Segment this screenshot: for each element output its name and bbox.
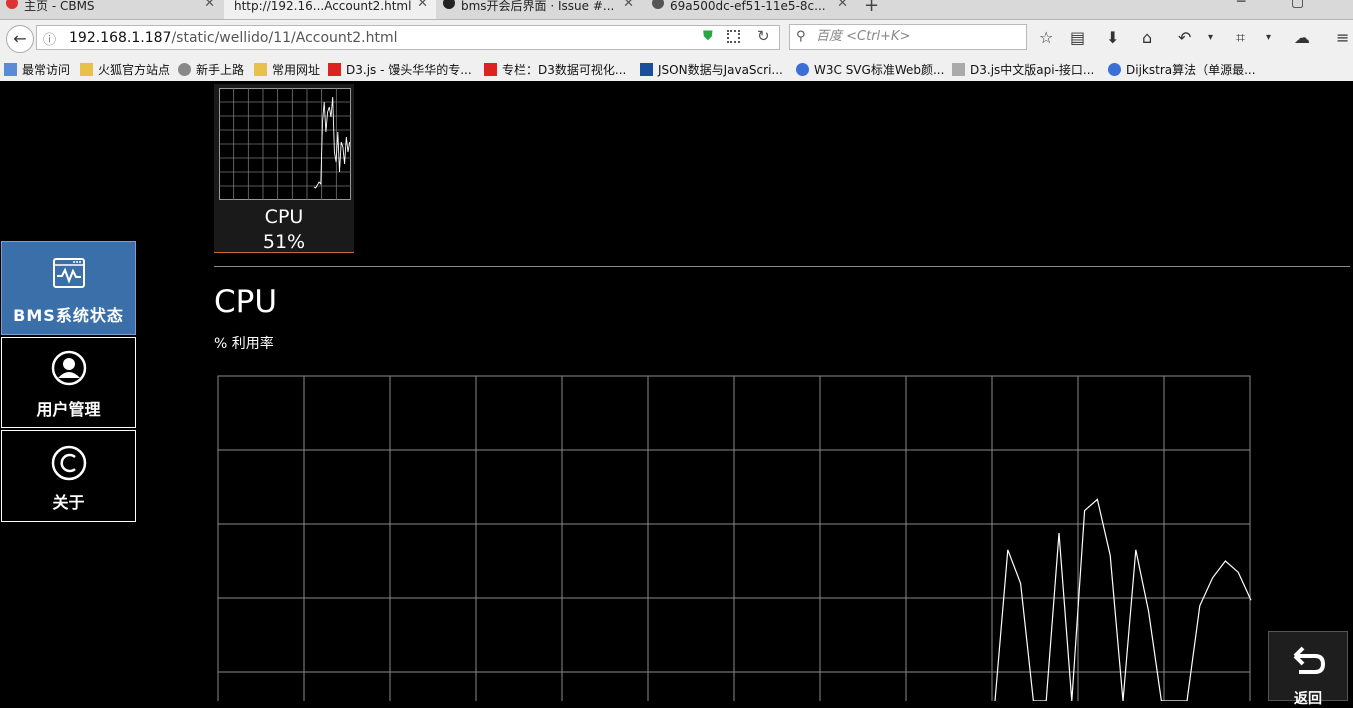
new-tab-icon[interactable]: +	[864, 0, 879, 16]
bookmark-label: 新手上路	[196, 63, 245, 77]
close-icon[interactable]: ✕	[623, 0, 634, 10]
home-icon[interactable]: ⌂	[1142, 28, 1152, 47]
user-icon	[51, 350, 87, 386]
sidebar-item-label: 用户管理	[36, 400, 101, 419]
info-icon[interactable]: ⓘ	[43, 29, 56, 48]
close-icon[interactable]: ✕	[417, 0, 428, 10]
bookmark-label: 专栏：D3数据可视化...	[502, 63, 627, 77]
tab-bar: 主页 - CBMS ✕ http://192.16...Account2.htm…	[0, 0, 1353, 20]
close-icon[interactable]: ✕	[204, 0, 215, 10]
bookmark-folder-icon	[4, 63, 17, 76]
menu-icon[interactable]: ≡	[1336, 28, 1349, 47]
tab-account2[interactable]: http://192.16...Account2.html ✕	[224, 0, 436, 19]
bookmark-label: D3.js - 馒头华华的专...	[346, 63, 472, 77]
github-icon	[443, 0, 455, 9]
star-icon[interactable]: ☆	[1039, 28, 1053, 47]
tab-title: 69a500dc-ef51-11e5-8c...	[670, 0, 826, 13]
cpu-mini-chart	[219, 88, 351, 200]
cpu-mini-card[interactable]: CPU 51%	[214, 84, 354, 253]
sidebar-item-user-management[interactable]: 用户管理	[1, 337, 136, 428]
bookmark-item[interactable]: Dijkstra算法（单源最...	[1108, 61, 1256, 78]
csdn-icon	[484, 63, 497, 76]
bookmark-label: 最常访问	[22, 63, 71, 77]
tab-cbms[interactable]: 主页 - CBMS ✕	[0, 0, 223, 19]
download-icon[interactable]: ⬇	[1106, 28, 1119, 47]
bookmark-label: 火狐官方站点	[98, 63, 171, 77]
bookmarks-bar: 最常访问 火狐官方站点 新手上路 常用网址 D3.js - 馒头华华的专... …	[0, 58, 1353, 80]
monitor-chart-icon	[53, 258, 85, 288]
qr-code-icon[interactable]	[727, 30, 740, 43]
bookmark-item[interactable]: 专栏：D3数据可视化...	[484, 61, 626, 78]
chevron-down-icon[interactable]: ▾	[1266, 32, 1271, 43]
crop-icon[interactable]: ⌗	[1236, 28, 1245, 48]
browser-chrome: 主页 - CBMS ✕ http://192.16...Account2.htm…	[0, 0, 1353, 81]
site-icon	[640, 63, 653, 76]
close-icon[interactable]: ✕	[837, 0, 848, 10]
site-icon	[1108, 63, 1121, 76]
tab-title: bms开会后界面 · Issue #...	[461, 0, 615, 13]
bookmark-label: Dijkstra算法（单源最...	[1126, 63, 1256, 77]
bookmark-item[interactable]: D3.js - 馒头华华的专...	[328, 61, 472, 78]
back-button[interactable]: 返回	[1268, 631, 1348, 707]
sidebar-item-label: BMS系统状态	[13, 306, 124, 325]
cpu-series-line	[994, 498, 1252, 701]
tab-title: 主页 - CBMS	[24, 0, 95, 13]
bookmark-item[interactable]: 最常访问	[4, 61, 70, 78]
site-icon	[796, 63, 809, 76]
csdn-icon	[328, 63, 341, 76]
page-title: CPU	[214, 284, 278, 320]
back-button-label: 返回	[1294, 691, 1322, 707]
bookmark-label: 常用网址	[272, 63, 321, 77]
bookmark-item[interactable]: 常用网址	[254, 61, 320, 78]
shield-icon[interactable]: ⛊	[703, 29, 713, 44]
tab-github-image[interactable]: 69a500dc-ef51-11e5-8c... ✕	[646, 0, 856, 19]
folder-icon	[254, 63, 267, 76]
reload-icon[interactable]: ↻	[757, 27, 770, 45]
search-icon: ⚲	[796, 29, 806, 44]
back-icon[interactable]: ←	[6, 25, 34, 53]
restore-icon[interactable]: ▢	[1291, 0, 1304, 10]
sidebar-item-bms-status[interactable]: BMS系统状态	[1, 241, 136, 335]
bookmark-label: W3C SVG标准Web颜...	[814, 63, 945, 77]
chart-subtitle: % 利用率	[214, 336, 274, 352]
bookmark-item[interactable]: 新手上路	[178, 61, 244, 78]
url-text: 192.168.1.187/static/wellido/11/Account2…	[69, 30, 398, 46]
url-bar[interactable]: ⓘ 192.168.1.187/static/wellido/11/Accoun…	[36, 25, 780, 50]
divider	[214, 266, 1350, 267]
cpu-mini-label: CPU	[264, 206, 304, 228]
edit-icon	[952, 63, 965, 76]
chat-icon[interactable]: ☁	[1294, 28, 1310, 47]
bookmark-label: JSON数据与JavaScri...	[658, 63, 783, 77]
navigation-bar: ← ⓘ 192.168.1.187/static/wellido/11/Acco…	[0, 20, 1353, 56]
globe-icon	[178, 63, 191, 76]
minimize-icon[interactable]: ─	[1237, 0, 1245, 10]
undo-icon[interactable]: ↶	[1178, 28, 1191, 47]
bookmark-item[interactable]: JSON数据与JavaScri...	[640, 61, 783, 78]
bookmark-item[interactable]: W3C SVG标准Web颜...	[796, 61, 944, 78]
search-placeholder: 百度 <Ctrl+K>	[816, 29, 911, 44]
tab-title: http://192.16...Account2.html	[234, 0, 412, 13]
cpu-mini-value: 51%	[262, 231, 306, 253]
bookmark-item[interactable]: D3.js中文版api-接口...	[952, 61, 1094, 78]
url-path: /static/wellido/11/Account2.html	[171, 30, 398, 46]
cpu-usage-chart	[217, 375, 1252, 701]
search-input[interactable]: ⚲ 百度 <Ctrl+K>	[789, 24, 1027, 50]
folder-icon	[80, 63, 93, 76]
sidebar-item-label: 关于	[52, 493, 85, 512]
reading-list-icon[interactable]: ▤	[1070, 28, 1085, 47]
url-host: 192.168.1.187	[69, 30, 172, 46]
copyright-icon	[51, 445, 87, 481]
bookmark-item[interactable]: 火狐官方站点	[80, 61, 170, 78]
return-icon	[1293, 646, 1326, 674]
chevron-down-icon[interactable]: ▾	[1208, 32, 1213, 43]
tab-github-issue[interactable]: bms开会后界面 · Issue #... ✕	[437, 0, 642, 19]
cbms-favicon-icon	[6, 0, 18, 9]
github-icon	[652, 0, 664, 9]
bookmark-label: D3.js中文版api-接口...	[970, 63, 1095, 77]
sidebar-item-about[interactable]: 关于	[1, 430, 136, 522]
